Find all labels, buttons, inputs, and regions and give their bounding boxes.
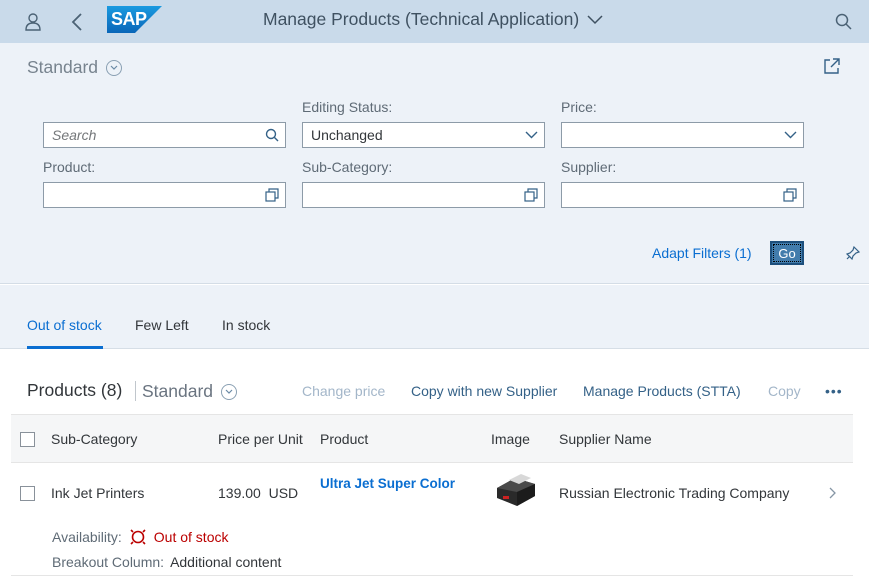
- column-header-sub-category[interactable]: Sub-Category: [51, 431, 137, 447]
- search-input[interactable]: Search: [43, 122, 286, 148]
- chevron-down-icon: [221, 383, 238, 400]
- copy-button[interactable]: Copy: [768, 383, 801, 399]
- search-icon[interactable]: [259, 123, 285, 147]
- app-title-menu[interactable]: Manage Products (Technical Application): [263, 9, 603, 30]
- breakout-value: Additional content: [170, 554, 282, 570]
- tab-in-stock[interactable]: In stock: [222, 317, 270, 333]
- tab-few-left[interactable]: Few Left: [135, 317, 189, 333]
- cell-sub-category: Ink Jet Printers: [51, 485, 145, 501]
- shell-bar: SAP Manage Products (Technical Applicati…: [0, 0, 869, 43]
- product-link[interactable]: Ultra Jet Super Color: [320, 476, 455, 491]
- chevron-down-icon: [587, 14, 603, 24]
- chevron-right-icon[interactable]: [829, 486, 837, 504]
- chevron-down-icon: [106, 59, 123, 76]
- availability-status: Out of stock: [130, 529, 229, 545]
- back-icon[interactable]: [66, 0, 88, 43]
- product-field[interactable]: [43, 182, 286, 208]
- editing-status-value: Unchanged: [311, 127, 383, 143]
- column-header-price[interactable]: Price per Unit: [218, 431, 303, 447]
- price-value: 139.00: [218, 485, 261, 501]
- row-checkbox[interactable]: [20, 486, 35, 501]
- copy-with-new-supplier-button[interactable]: Copy with new Supplier: [411, 383, 557, 399]
- chevron-down-icon[interactable]: [518, 123, 544, 147]
- cell-supplier: Russian Electronic Trading Company: [559, 485, 790, 501]
- table-header: Sub-Category Price per Unit Product Imag…: [11, 414, 853, 463]
- column-header-product[interactable]: Product: [320, 431, 368, 447]
- share-icon[interactable]: [823, 57, 841, 80]
- adapt-filters-button[interactable]: Adapt Filters (1): [652, 245, 752, 261]
- price-select[interactable]: [561, 122, 804, 148]
- toolbar-separator: [135, 381, 136, 401]
- variant-management[interactable]: Standard: [27, 57, 123, 78]
- editing-status-label: Editing Status:: [302, 99, 393, 115]
- chevron-down-icon[interactable]: [777, 123, 803, 147]
- manage-products-stta-button[interactable]: Manage Products (STTA): [583, 383, 741, 399]
- supplier-field[interactable]: [561, 182, 804, 208]
- value-help-icon[interactable]: [259, 183, 285, 207]
- value-help-icon[interactable]: [518, 183, 544, 207]
- subcategory-label: Sub-Category:: [302, 159, 393, 175]
- table-row[interactable]: Ink Jet Printers 139.00 USD Ultra Jet Su…: [11, 464, 853, 576]
- table-variant-name: Standard: [142, 381, 214, 401]
- editing-status-select[interactable]: Unchanged: [302, 122, 545, 148]
- select-all-checkbox[interactable]: [20, 432, 35, 447]
- icon-tab-bar: Out of stock Few Left In stock: [0, 285, 869, 349]
- column-header-image[interactable]: Image: [491, 431, 530, 447]
- search-icon[interactable]: [832, 0, 854, 43]
- breakout-line: Breakout Column: Additional content: [52, 554, 281, 570]
- column-header-supplier[interactable]: Supplier Name: [559, 431, 652, 447]
- product-label: Product:: [43, 159, 96, 175]
- breakout-label: Breakout Column:: [52, 554, 165, 570]
- sap-logo-text: SAP: [111, 9, 147, 29]
- error-icon: [130, 529, 146, 545]
- currency: USD: [268, 485, 299, 501]
- subcategory-field[interactable]: [302, 182, 545, 208]
- cell-price: 139.00 USD: [218, 485, 298, 501]
- tab-out-of-stock[interactable]: Out of stock: [27, 317, 102, 333]
- search-placeholder: Search: [52, 127, 97, 143]
- variant-name: Standard: [27, 57, 99, 77]
- go-button[interactable]: Go: [770, 241, 804, 265]
- value-help-icon[interactable]: [777, 183, 803, 207]
- availability-line: Availability: Out of stock: [52, 529, 228, 545]
- product-image[interactable]: [491, 470, 541, 513]
- filter-bar: Standard Search Editing Status: Unchange…: [0, 43, 869, 284]
- table-title: Products (8): [27, 380, 123, 400]
- selected-tab-indicator: [27, 346, 103, 349]
- supplier-label: Supplier:: [561, 159, 617, 175]
- availability-label: Availability:: [52, 529, 122, 545]
- user-icon[interactable]: [20, 0, 46, 43]
- sap-logo[interactable]: SAP: [107, 6, 162, 33]
- pin-icon[interactable]: [845, 245, 861, 265]
- availability-value: Out of stock: [153, 529, 229, 545]
- price-label: Price:: [561, 99, 597, 115]
- change-price-button[interactable]: Change price: [302, 383, 385, 399]
- app-title: Manage Products (Technical Application): [263, 9, 580, 29]
- overflow-button[interactable]: •••: [825, 383, 843, 399]
- table-variant-management[interactable]: Standard: [142, 381, 238, 402]
